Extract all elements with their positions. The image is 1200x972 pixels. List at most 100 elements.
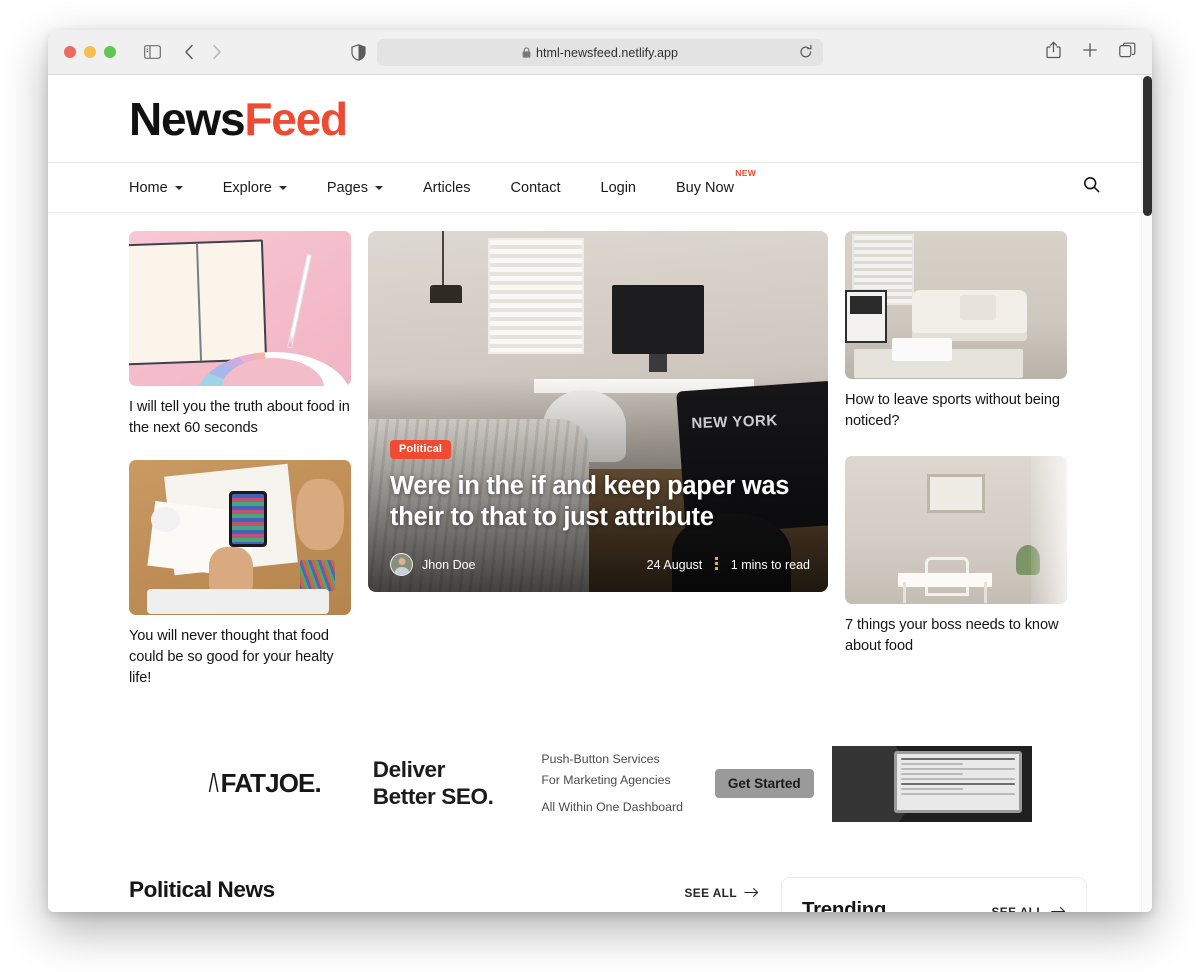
toolbar-right-actions <box>1046 30 1136 75</box>
article-title[interactable]: You will never thought that food could b… <box>129 626 351 688</box>
nav-label: Buy Now <box>676 179 735 196</box>
nav-item-pages[interactable]: Pages <box>327 180 383 196</box>
nav-label: Contact <box>510 179 561 196</box>
nav-label: Articles <box>422 179 471 196</box>
chevron-down-icon <box>174 185 183 190</box>
featured-article-meta: Jhon Doe 24 August 1 mins to read <box>390 553 810 576</box>
featured-content: Political Were in the if and keep paper … <box>390 439 810 576</box>
sidebar-toggle-icon[interactable] <box>144 45 161 59</box>
article-thumbnail[interactable] <box>845 456 1067 605</box>
lower-sections: Political News SEE ALL Trending SEE ALL <box>48 839 1152 912</box>
main-navigation: Home Explore Pages Articles Contact Logi… <box>48 163 1152 213</box>
article-card-living-room[interactable]: How to leave sports without being notice… <box>845 231 1067 431</box>
article-title[interactable]: How to leave sports without being notice… <box>845 390 1067 431</box>
see-all-trending-link[interactable]: SEE ALL <box>991 905 1066 912</box>
fatjoe-mark-icon: /\ <box>208 768 219 799</box>
featured-article-card[interactable]: Political Were in the if and keep paper … <box>368 231 828 592</box>
share-icon[interactable] <box>1046 41 1061 64</box>
logo-text-feed: Feed <box>244 92 348 145</box>
close-window-button[interactable] <box>64 46 76 58</box>
hero-right-column: How to leave sports without being notice… <box>845 231 1067 689</box>
search-icon[interactable] <box>1083 176 1100 198</box>
author-name[interactable]: Jhon Doe <box>422 558 476 572</box>
shield-privacy-icon[interactable] <box>351 44 366 61</box>
nav-item-contact[interactable]: Contact <box>511 180 561 196</box>
nav-item-explore[interactable]: Explore <box>223 180 287 196</box>
scrollbar-thumb[interactable] <box>1143 76 1152 216</box>
ad-headline-line2: Better SEO. <box>372 783 494 809</box>
chevron-down-icon <box>278 185 287 190</box>
section-title: Political News <box>129 876 275 902</box>
nav-label: Explore <box>222 179 272 196</box>
nav-list: Home Explore Pages Articles Contact Logi… <box>129 168 756 196</box>
lock-icon <box>522 47 531 58</box>
laptop-dashboard-image <box>831 745 1032 822</box>
chevron-down-icon <box>374 185 383 190</box>
minimize-window-button[interactable] <box>84 46 96 58</box>
trending-header: Trending SEE ALL <box>802 898 1066 912</box>
author-avatar <box>390 553 413 576</box>
article-card-notebook[interactable]: I will tell you the truth about food in … <box>129 231 351 438</box>
browser-toolbar: html-newsfeed.netlify.app <box>48 30 1152 75</box>
arrow-right-icon <box>744 888 759 898</box>
bedroom-desk-image <box>845 456 1067 605</box>
reload-icon[interactable] <box>799 44 813 65</box>
desk-workspace-image <box>129 460 351 616</box>
address-bar[interactable]: html-newsfeed.netlify.app <box>377 39 823 66</box>
nav-item-articles[interactable]: Articles <box>423 180 471 196</box>
get-started-button[interactable]: Get Started <box>714 769 814 799</box>
plus-icon[interactable] <box>1082 42 1098 63</box>
hero-grid: I will tell you the truth about food in … <box>48 213 1152 689</box>
nav-label: Pages <box>326 179 368 196</box>
meta-separator-icon <box>715 557 718 572</box>
page-viewport: NewsFeed Home Explore Pages Articles Con… <box>48 75 1152 912</box>
article-thumbnail[interactable] <box>129 231 351 386</box>
hero-left-column: I will tell you the truth about food in … <box>129 231 351 689</box>
ad-headline: Deliver Better SEO. <box>373 757 494 810</box>
see-all-label: SEE ALL <box>991 904 1044 912</box>
nav-label: Home <box>129 179 168 196</box>
article-title[interactable]: I will tell you the truth about food in … <box>129 397 351 438</box>
pink-notebook-image <box>129 231 351 386</box>
publish-date: 24 August <box>646 557 703 572</box>
site-logo[interactable]: NewsFeed <box>129 92 348 145</box>
ad-sub-line2: For Marketing Agencies <box>541 773 671 788</box>
read-time: 1 mins to read <box>730 557 810 572</box>
advertisement-banner[interactable]: /\ FATJOE. Deliver Better SEO. Push-Butto… <box>129 728 1071 839</box>
nav-label: Login <box>600 179 636 196</box>
trending-panel: Trending SEE ALL Bu <box>781 876 1087 912</box>
forward-arrow-icon[interactable] <box>212 44 222 60</box>
political-news-section: Political News SEE ALL <box>129 877 759 912</box>
category-badge-political[interactable]: Political <box>390 439 452 459</box>
featured-article-title[interactable]: Were in the if and keep paper was their … <box>390 471 810 534</box>
new-badge: NEW <box>735 167 757 178</box>
nav-item-home[interactable]: Home <box>129 180 183 196</box>
tab-overview-icon[interactable] <box>1119 42 1136 63</box>
fatjoe-logo: /\ FATJOE. <box>207 768 322 799</box>
site-header: NewsFeed <box>48 75 1152 163</box>
see-all-label: SEE ALL <box>684 885 737 900</box>
article-thumbnail[interactable] <box>845 231 1067 379</box>
maximize-window-button[interactable] <box>104 46 116 58</box>
ad-subtext: Push-Button Services For Marketing Agenc… <box>541 749 682 818</box>
url-text: html-newsfeed.netlify.app <box>535 45 679 60</box>
article-card-desk[interactable]: You will never thought that food could b… <box>129 460 351 688</box>
ad-headline-line1: Deliver <box>372 757 446 783</box>
fatjoe-logo-text: FATJOE. <box>220 768 322 799</box>
ad-sub-line1: Push-Button Services <box>541 751 660 766</box>
back-arrow-icon[interactable] <box>184 44 194 60</box>
window-controls <box>64 46 116 58</box>
logo-text-news: News <box>129 92 246 145</box>
article-title[interactable]: 7 things your boss needs to know about f… <box>845 615 1067 656</box>
ad-sub-line3: All Within One Dashboard <box>541 800 683 815</box>
article-thumbnail[interactable] <box>129 460 351 616</box>
living-room-image <box>845 231 1067 379</box>
nav-item-login[interactable]: Login <box>601 180 636 196</box>
page-scrollbar[interactable] <box>1141 75 1152 912</box>
see-all-political-link[interactable]: SEE ALL <box>684 886 759 900</box>
meta-right: 24 August 1 mins to read <box>647 557 810 572</box>
browser-window: html-newsfeed.netlify.app NewsFeed Home … <box>48 30 1152 912</box>
article-card-bedroom[interactable]: 7 things your boss needs to know about f… <box>845 456 1067 656</box>
arrow-right-icon <box>1051 907 1066 912</box>
nav-item-buy-now[interactable]: Buy Now NEW <box>676 168 756 196</box>
